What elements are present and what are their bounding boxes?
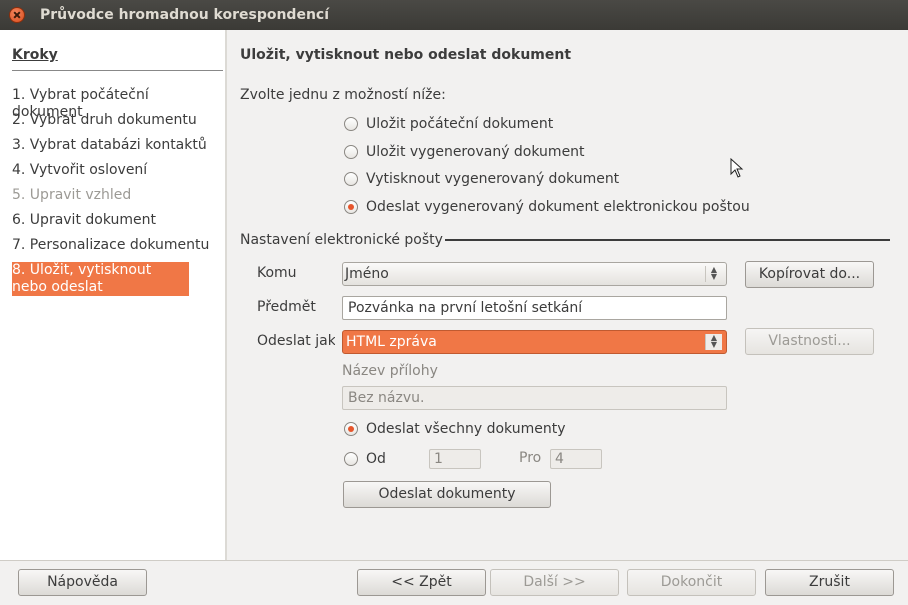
step-5: 5. Upravit vzhled bbox=[12, 187, 132, 203]
copy-to-button[interactable]: Kopírovat do... bbox=[745, 261, 874, 288]
window-title: Průvodce hromadnou korespondencí bbox=[40, 7, 330, 23]
radio-icon[interactable] bbox=[344, 172, 358, 186]
title-bar: Průvodce hromadnou korespondencí bbox=[0, 0, 908, 30]
back-button[interactable]: << Zpět bbox=[357, 569, 486, 596]
cancel-button[interactable]: Zrušit bbox=[765, 569, 894, 596]
step-7[interactable]: 7. Personalizace dokumentu bbox=[12, 237, 218, 254]
page-title: Uložit, vytisknout nebo odeslat dokument bbox=[240, 47, 572, 63]
from-option[interactable]: Od bbox=[344, 451, 386, 467]
send-all-option[interactable]: Odeslat všechny dokumenty bbox=[344, 421, 566, 437]
steps-heading: Kroky bbox=[12, 47, 58, 63]
help-button[interactable]: Nápověda bbox=[18, 569, 147, 596]
send-documents-button[interactable]: Odeslat dokumenty bbox=[343, 481, 551, 508]
option-label: Vytisknout vygenerovaný dokument bbox=[366, 171, 620, 187]
option-email[interactable]: Odeslat vygenerovaný dokument elektronic… bbox=[344, 199, 750, 215]
step-2[interactable]: 2. Vybrat druh dokumentu bbox=[12, 112, 218, 129]
next-button: Další >> bbox=[490, 569, 619, 596]
main-panel: Uložit, vytisknout nebo odeslat dokument… bbox=[227, 30, 908, 560]
email-section-title: Nastavení elektronické pošty bbox=[240, 232, 443, 248]
radio-icon[interactable] bbox=[344, 145, 358, 159]
subject-input[interactable]: Pozvánka na první letošní setkání bbox=[342, 296, 727, 320]
to-combo-value: Jméno bbox=[345, 266, 389, 282]
from-input: 1 bbox=[429, 449, 481, 469]
finish-button: Dokončit bbox=[627, 569, 756, 596]
radio-checked-icon[interactable] bbox=[344, 422, 358, 436]
mouse-pointer-icon bbox=[730, 158, 744, 178]
steps-heading-divider bbox=[12, 70, 223, 71]
attachment-input: Bez názvu. bbox=[342, 386, 727, 410]
send-as-combo[interactable]: HTML zpráva ▲ ▼ bbox=[342, 330, 727, 354]
footer-divider bbox=[0, 560, 908, 561]
subject-label: Předmět bbox=[257, 299, 316, 315]
option-save-start[interactable]: Uložit počáteční dokument bbox=[344, 116, 553, 132]
option-label: Uložit počáteční dokument bbox=[366, 116, 554, 132]
from-label: Od bbox=[366, 451, 386, 467]
send-as-value: HTML zpráva bbox=[346, 334, 437, 350]
option-label: Odeslat vygenerovaný dokument elektronic… bbox=[366, 199, 750, 215]
step-6[interactable]: 6. Upravit dokument bbox=[12, 212, 218, 229]
radio-checked-icon[interactable] bbox=[344, 200, 358, 214]
to-label: Komu bbox=[257, 265, 297, 281]
attachment-label: Název přílohy bbox=[342, 363, 438, 379]
step-8-active[interactable]: 8. Uložit, vytisknout nebo odeslat bbox=[12, 262, 189, 296]
to-combo[interactable]: Jméno ▲ ▼ bbox=[342, 262, 727, 286]
close-icon[interactable] bbox=[9, 7, 25, 23]
step-4[interactable]: 4. Vytvořit oslovení bbox=[12, 162, 218, 179]
send-all-label: Odeslat všechny dokumenty bbox=[366, 421, 566, 437]
to-range-label: Pro bbox=[519, 450, 542, 466]
option-save-generated[interactable]: Uložit vygenerovaný dokument bbox=[344, 144, 585, 160]
section-divider bbox=[445, 239, 890, 241]
to-range-input: 4 bbox=[550, 449, 602, 469]
spin-arrows-icon[interactable]: ▲ ▼ bbox=[705, 334, 722, 350]
properties-button: Vlastnosti... bbox=[745, 328, 874, 355]
prompt-text: Zvolte jednu z možností níže: bbox=[240, 87, 446, 103]
send-as-label: Odeslat jako bbox=[257, 333, 335, 349]
option-label: Uložit vygenerovaný dokument bbox=[366, 144, 585, 160]
option-print[interactable]: Vytisknout vygenerovaný dokument bbox=[344, 171, 619, 187]
steps-sidebar: Kroky 1. Vybrat počáteční dokument 2. Vy… bbox=[0, 30, 225, 560]
step-3[interactable]: 3. Vybrat databázi kontaktů bbox=[12, 137, 218, 154]
radio-icon[interactable] bbox=[344, 452, 358, 466]
radio-icon[interactable] bbox=[344, 117, 358, 131]
spin-arrows-icon[interactable]: ▲ ▼ bbox=[705, 266, 722, 282]
